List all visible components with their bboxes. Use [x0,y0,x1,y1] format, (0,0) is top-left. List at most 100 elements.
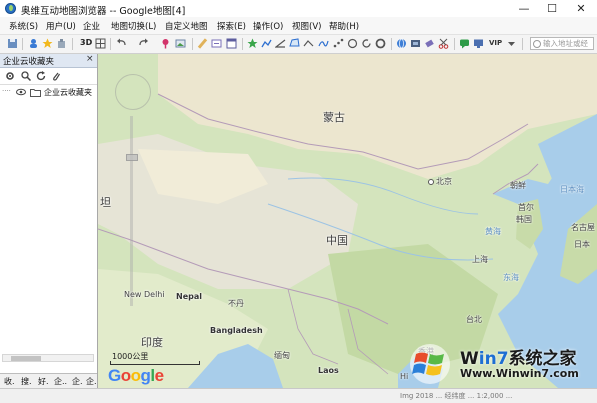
menu-map-switch[interactable]: 地图切换(L) [111,20,156,32]
status-bar: Img 2018 ... 经纬度 ... 1:2,000 ... [0,388,597,403]
eraser-icon[interactable] [424,38,435,49]
maximize-button[interactable]: ☐ [538,0,566,17]
menu-enterprise[interactable]: 企业 [83,20,100,32]
dots-icon[interactable] [333,38,344,49]
film-icon[interactable] [410,38,421,49]
undo-icon[interactable] [116,38,127,49]
tab-friends[interactable]: 好. [38,376,49,387]
label-japan: 日本 [574,240,590,249]
google-logo-letter: G [108,366,121,385]
save-icon[interactable] [7,38,18,49]
marker-star-icon[interactable] [247,38,258,49]
gear-icon[interactable] [5,71,15,81]
panel-bottom-tabs: 收. 搜. 好. 企.. 企. 企. [0,373,97,389]
menu-custom-map[interactable]: 自定义地图 [165,20,208,32]
image-icon[interactable] [175,38,186,49]
search-icon[interactable] [21,71,31,81]
zoom-slider-handle[interactable] [126,154,138,161]
label-japan-sea: 日本海 [560,185,584,194]
polyline-icon[interactable] [261,38,272,49]
route-icon[interactable] [318,38,329,49]
redo-icon[interactable] [138,38,149,49]
ruler-icon[interactable] [197,38,208,49]
watermark-brand: Win7系统之家 [460,344,577,369]
label-new-delhi: New Delhi [124,290,165,299]
refresh-icon[interactable] [361,38,372,49]
zoom-slider[interactable] [130,116,133,306]
refresh-icon[interactable] [36,71,46,81]
label-shanghai: 上海 [472,255,488,264]
layer-icon[interactable] [211,38,222,49]
angle-icon[interactable] [275,38,286,49]
menu-user[interactable]: 用户(U) [46,20,76,32]
label-mongolia: 蒙古 [323,111,345,124]
menu-help[interactable]: 帮助(H) [329,20,359,32]
circle-icon[interactable] [347,38,358,49]
ring-icon[interactable] [375,38,386,49]
toolbar-separator [454,38,455,50]
building-icon[interactable] [56,38,67,49]
panel-title: 企业云收藏夹 [3,57,55,67]
attach-icon[interactable] [51,71,61,81]
tree-item-label: 企业云收藏夹 [44,88,92,97]
label-bhutan: 不丹 [228,299,244,308]
dropdown-icon[interactable] [506,38,517,49]
google-logo-letter: g [140,366,151,385]
label-seoul: 首尔 [518,203,534,212]
globe-icon[interactable] [396,38,407,49]
window-icon[interactable] [226,38,237,49]
chat-icon[interactable] [459,38,470,49]
menu-system[interactable]: 系统(S) [9,20,38,32]
menu-explore[interactable]: 探索(E) [217,20,246,32]
tab-enterprise-2[interactable]: 企. [72,376,83,387]
label-nepal: Nepal [176,292,202,301]
scrollbar-thumb[interactable] [11,356,41,361]
scale-bar [110,361,200,365]
tab-enterprise-3[interactable]: 企. [86,376,97,387]
title-bar: 奥维互动地图浏览器 -- Google地图[4] — ☐ ✕ [0,0,597,17]
label-myanmar: 缅甸 [274,351,290,360]
address-search-input[interactable]: 输入地址或经 [530,37,594,50]
scissors-icon[interactable] [438,38,449,49]
3d-button[interactable]: 3D [80,38,92,47]
monitor-icon[interactable] [473,38,484,49]
vip-button[interactable]: VIP [489,39,502,47]
panel-close-button[interactable]: × [86,54,94,64]
windows-flag-logo-icon [410,344,450,384]
polygon-icon[interactable] [289,38,300,49]
folder-icon [30,89,41,97]
tab-favorites[interactable]: 收. [4,376,15,387]
label-laos: Laos [318,366,339,375]
label-donghai: 东海 [503,273,519,282]
menu-operate[interactable]: 操作(O) [253,20,283,32]
tree-item-enterprise-favorites[interactable]: ···· 企业云收藏夹 [2,87,97,98]
close-button[interactable]: ✕ [567,0,595,17]
label-bangladesh: Bangladesh [210,326,263,335]
label-xinjiang-edge: 坦 [100,196,111,209]
star-icon[interactable] [42,38,53,49]
grid-icon[interactable] [95,38,106,49]
tab-enterprise-1[interactable]: 企.. [54,376,67,387]
minimize-button[interactable]: — [510,0,538,17]
label-south-korea: 韩国 [516,215,532,224]
label-nagoya: 名古屋 [571,223,595,232]
toolbar-separator [242,38,243,50]
toolbar: 3D VIP 输入地址或经 [0,35,597,54]
menu-view[interactable]: 视图(V) [292,20,321,32]
watermark: Win7系统之家 Www.Winwin7.com [408,342,596,388]
pin-icon[interactable] [160,38,171,49]
navigation-compass[interactable] [115,74,151,110]
horizontal-scrollbar[interactable] [2,354,94,362]
measure-icon[interactable] [303,38,314,49]
label-huanghai: 黄海 [485,227,501,236]
status-text: Img 2018 ... 经纬度 ... 1:2,000 ... [400,392,513,400]
user-icon[interactable] [28,38,39,49]
map-view[interactable]: 蒙古 中国 印度 北京 朝鲜 韩国 首尔 日本海 名古屋 日本 黄海 东海 上海… [98,54,597,388]
label-china: 中国 [326,234,348,247]
eye-icon[interactable] [16,88,26,96]
label-beijing: 北京 [428,176,452,187]
label-north-korea: 朝鲜 [510,181,526,190]
label-taipei: 台北 [466,315,482,324]
tab-search[interactable]: 搜. [21,376,32,387]
toolbar-separator [110,38,111,50]
